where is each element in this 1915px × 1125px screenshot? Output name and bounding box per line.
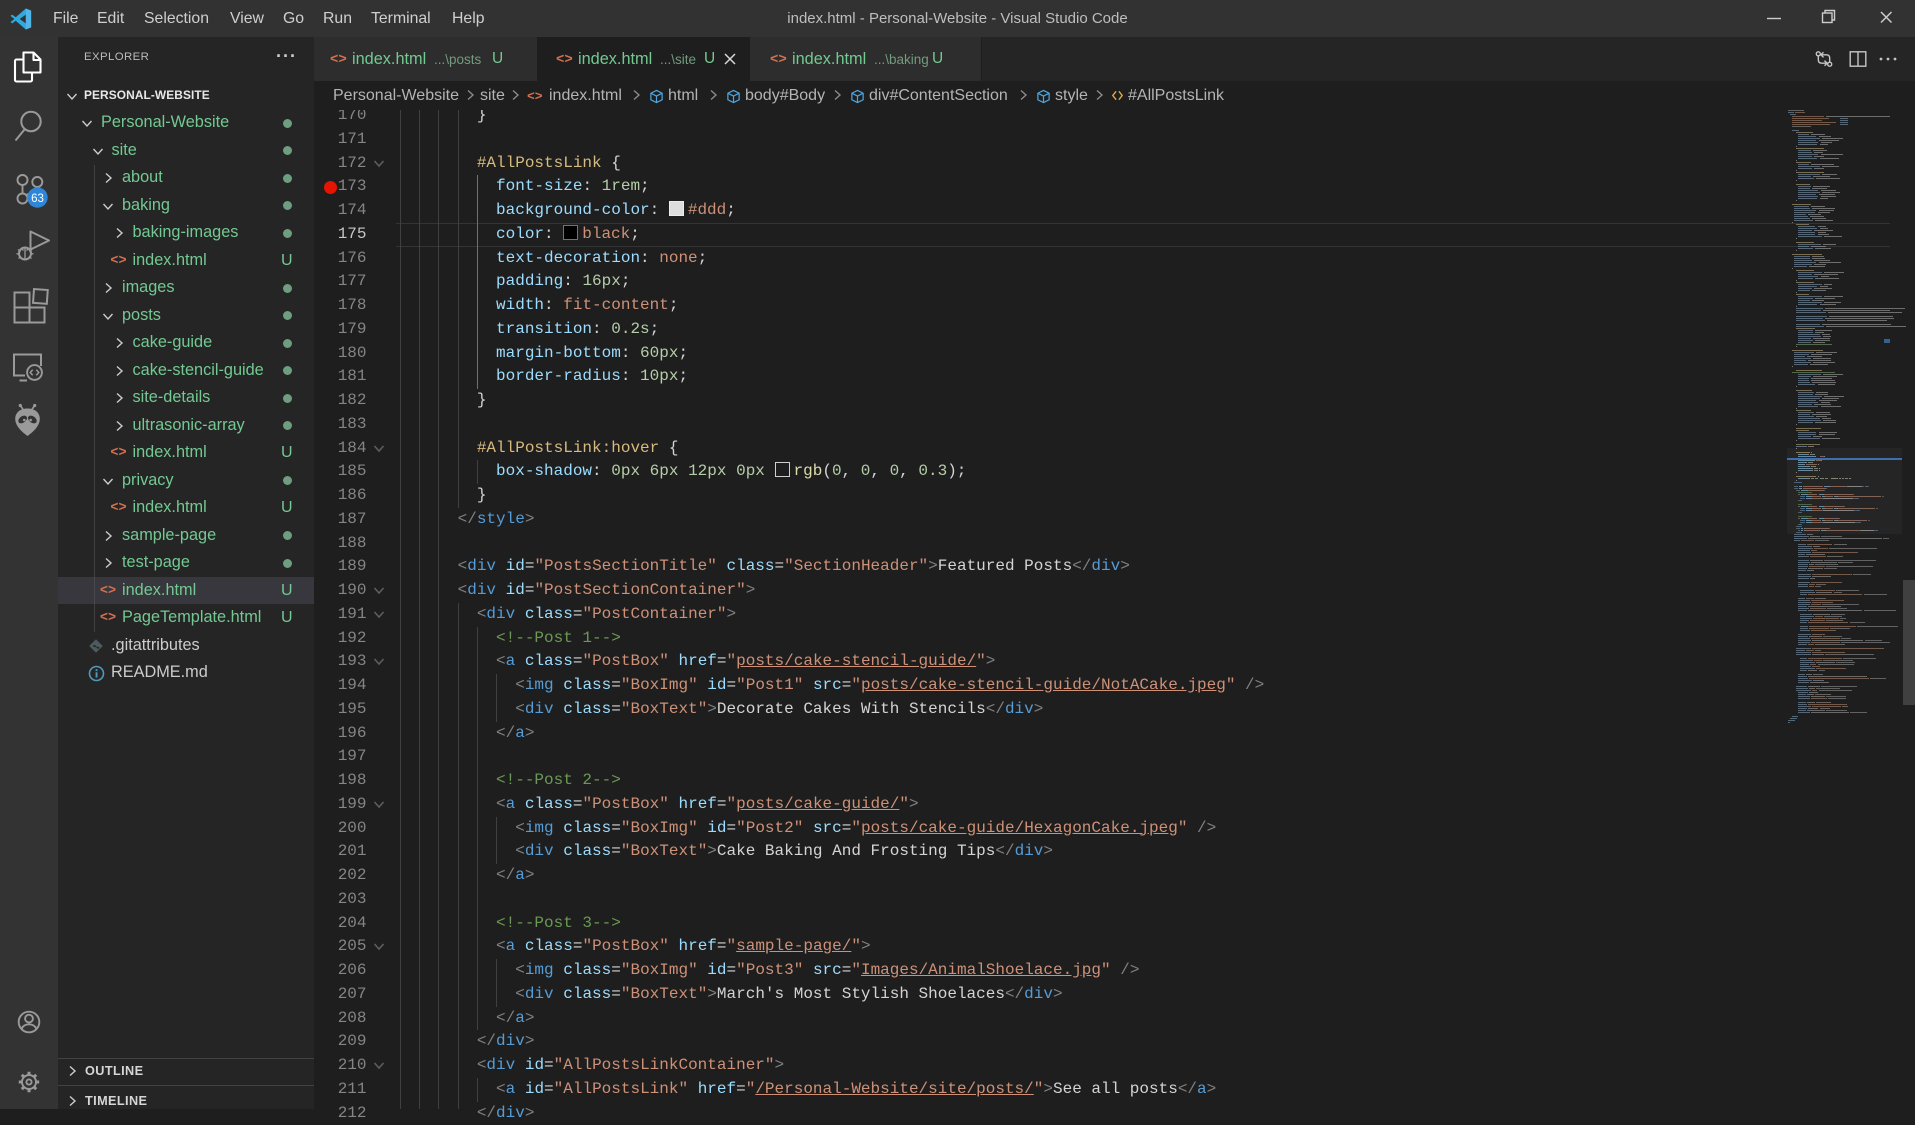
svg-text:63: 63 [31,193,44,205]
